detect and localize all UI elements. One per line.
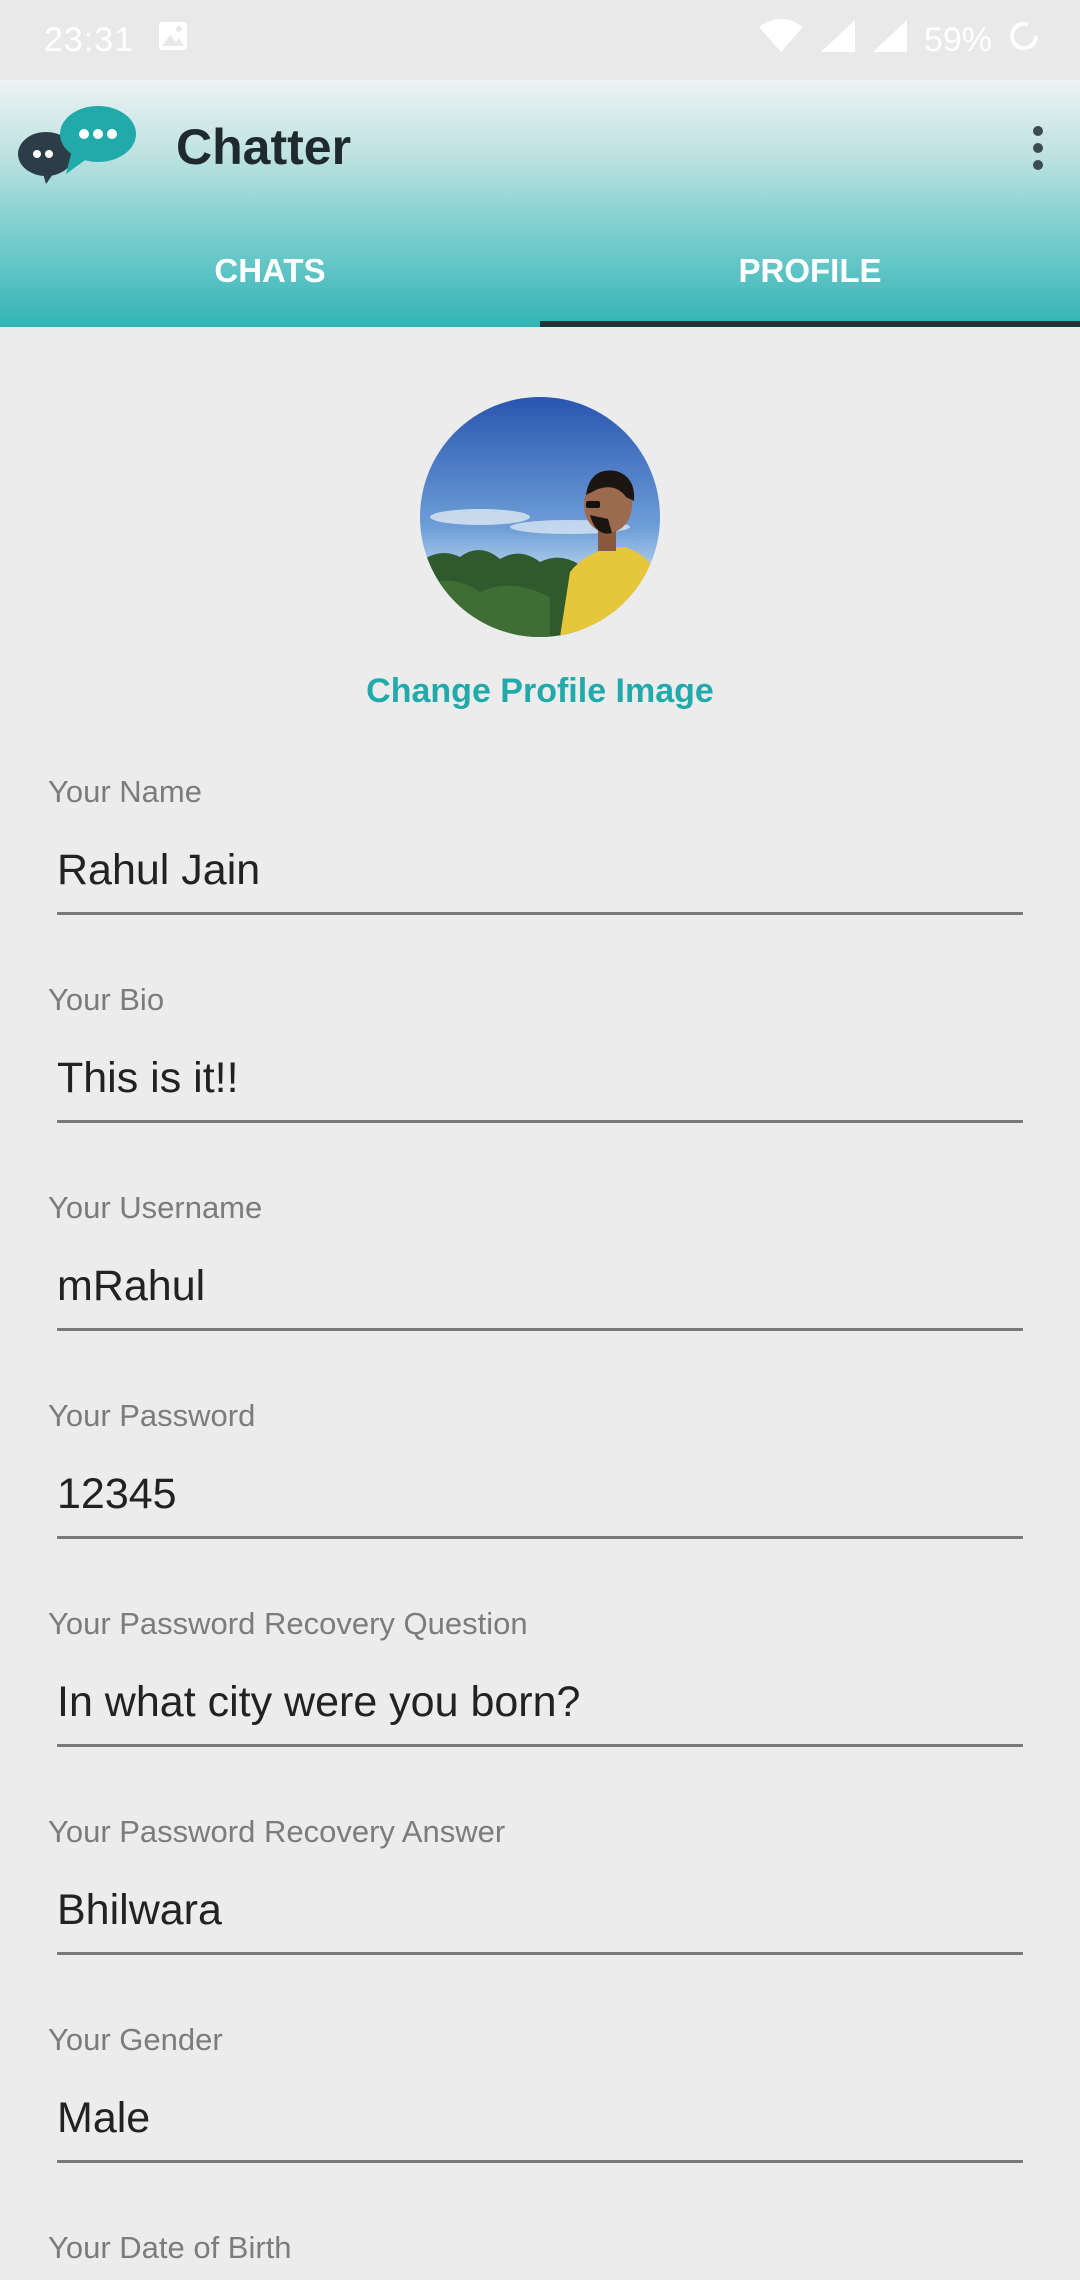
avatar[interactable] (420, 397, 660, 637)
change-profile-image-link[interactable]: Change Profile Image (0, 672, 1080, 711)
field-label: Your Gender (48, 2022, 223, 2057)
bio-field: Your Bio This is it!! (0, 982, 1080, 1190)
bio-input[interactable]: This is it!! (57, 1054, 1023, 1103)
name-field: Your Name Rahul Jain (0, 774, 1080, 982)
field-label: Your Password Recovery Answer (48, 1814, 506, 1849)
password-input[interactable]: 12345 (57, 1470, 1023, 1519)
toolbar: Chatter (0, 80, 1080, 215)
signal-icon (820, 19, 856, 62)
battery-saver-icon (1008, 20, 1040, 61)
field-label: Your Password Recovery Question (48, 1606, 528, 1641)
field-underline (57, 1536, 1023, 1539)
field-label: Your Password (48, 1398, 256, 1433)
tab-bar: CHATS PROFILE (0, 215, 1080, 327)
recovery-question-field: Your Password Recovery Question In what … (0, 1606, 1080, 1814)
gender-input[interactable]: Male (57, 2094, 1023, 2143)
field-label: Your Name (48, 774, 202, 809)
username-field: Your Username mRahul (0, 1190, 1080, 1398)
tab-profile[interactable]: PROFILE (540, 215, 1080, 327)
image-icon (158, 21, 188, 60)
status-right: 59% (758, 18, 1040, 62)
wifi-icon (758, 18, 804, 62)
app-title: Chatter (176, 119, 352, 175)
app-bar: Chatter CHATS PROFILE (0, 80, 1080, 327)
field-label: Your Bio (48, 982, 165, 1017)
chat-bubbles-logo-icon (16, 104, 140, 188)
field-underline (57, 2160, 1023, 2163)
field-underline (57, 1120, 1023, 1123)
field-underline (57, 1328, 1023, 1331)
tab-chats[interactable]: CHATS (0, 215, 540, 327)
name-input[interactable]: Rahul Jain (57, 846, 1023, 895)
field-underline (57, 1952, 1023, 1955)
status-time: 23:31 (44, 20, 135, 59)
field-label: Your Username (48, 1190, 263, 1225)
date-of-birth-field: Your Date of Birth (0, 2230, 1080, 2280)
field-label: Your Date of Birth (48, 2230, 292, 2265)
username-input[interactable]: mRahul (57, 1262, 1023, 1311)
recovery-answer-field: Your Password Recovery Answer Bhilwara (0, 1814, 1080, 2022)
battery-level: 59% (923, 20, 992, 59)
status-bar: 23:31 59% (0, 0, 1080, 80)
signal-r-icon (872, 19, 908, 62)
recovery-answer-input[interactable]: Bhilwara (57, 1886, 1023, 1935)
more-vert-icon[interactable] (1016, 120, 1060, 176)
field-underline (57, 912, 1023, 915)
recovery-question-input[interactable]: In what city were you born? (57, 1678, 1023, 1727)
password-field: Your Password 12345 (0, 1398, 1080, 1606)
status-left: 23:31 (44, 21, 188, 60)
field-underline (57, 1744, 1023, 1747)
gender-field: Your Gender Male (0, 2022, 1080, 2230)
